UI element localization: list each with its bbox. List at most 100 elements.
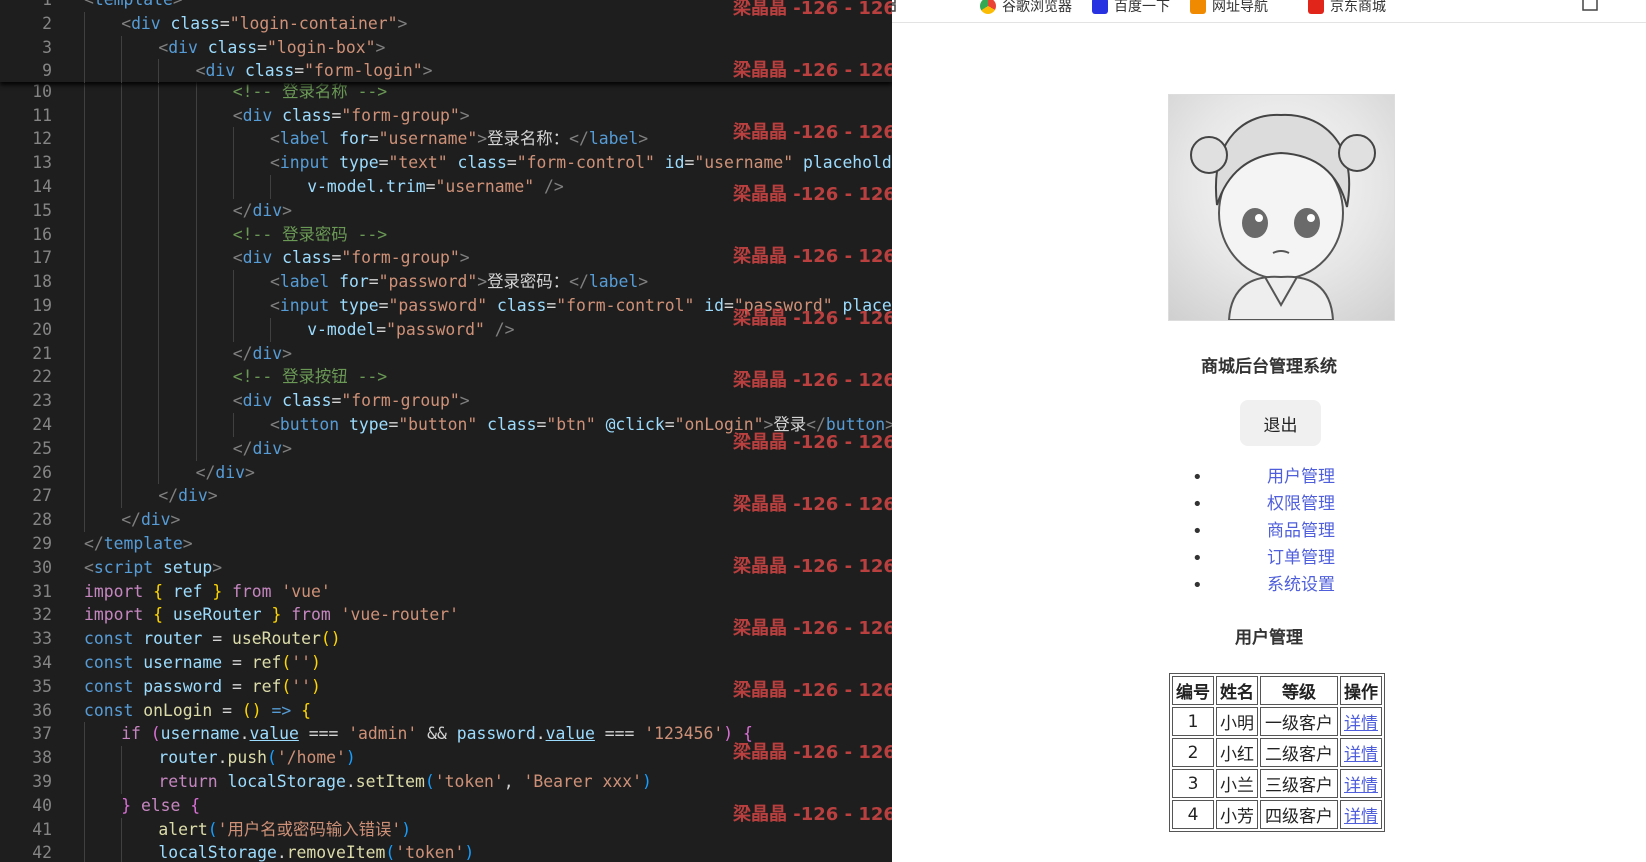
code-token: if bbox=[121, 724, 151, 744]
nav-link-settings[interactable]: 系统设置 bbox=[1267, 572, 1335, 599]
indent-guide bbox=[232, 293, 234, 318]
code-token: username bbox=[160, 724, 240, 744]
code-token: 'vue-router' bbox=[340, 605, 460, 625]
code-line[interactable]: 36 const onLogin = () => { bbox=[0, 699, 892, 723]
code-token: < bbox=[232, 391, 243, 411]
indent-guide bbox=[158, 293, 160, 318]
nav-link-products[interactable]: 商品管理 bbox=[1267, 518, 1335, 545]
code-token: for bbox=[339, 129, 369, 149]
code-line[interactable]: 34 const username = ref('') bbox=[0, 651, 892, 675]
code-token: router bbox=[143, 629, 213, 649]
code-token: "text" bbox=[388, 153, 458, 173]
line-number: 23 bbox=[32, 391, 52, 411]
code-token: < bbox=[195, 61, 206, 81]
code-token: = bbox=[378, 295, 389, 315]
code-text: v-model.trim="username" /> bbox=[307, 175, 564, 199]
code-token: ( bbox=[281, 652, 292, 672]
code-line[interactable]: 39 return localStorage.setItem('token', '… bbox=[0, 769, 892, 794]
code-line[interactable]: 31 import { ref } from 'vue' bbox=[0, 580, 892, 604]
code-token: div bbox=[131, 13, 171, 33]
indent-guide bbox=[158, 246, 160, 271]
code-token: = bbox=[664, 414, 675, 434]
code-line[interactable]: 21 </div> bbox=[0, 341, 892, 366]
code-token: < bbox=[84, 557, 94, 577]
code-token: = bbox=[368, 272, 379, 292]
detail-link[interactable]: 详情 bbox=[1344, 745, 1378, 765]
indent-guide bbox=[84, 79, 85, 104]
bookmark-jd[interactable]: 京东商城 bbox=[1308, 0, 1386, 16]
indent-guide bbox=[195, 436, 197, 461]
folder-icon[interactable] bbox=[1582, 0, 1598, 12]
code-editor[interactable]: 10 <!-- 登录名称 --> 11 <div class="form-group"… bbox=[0, 0, 892, 862]
line-number: 11 bbox=[32, 105, 52, 125]
apps-icon[interactable] bbox=[892, 0, 896, 12]
code-line[interactable]: 26 </div> bbox=[0, 460, 892, 485]
bookmark-hao123[interactable]: 网址导航 bbox=[1190, 0, 1268, 16]
code-token: class bbox=[282, 105, 332, 125]
cell-level: 四级客户 bbox=[1260, 800, 1338, 829]
code-text: </div> bbox=[233, 437, 292, 461]
detail-link[interactable]: 详情 bbox=[1344, 714, 1378, 734]
indent-guide bbox=[121, 746, 123, 770]
bookmark-baidu[interactable]: 百度一下 bbox=[1092, 0, 1170, 16]
table-row: 1 小明 一级客户 详情 bbox=[1172, 707, 1382, 736]
cell-level: 二级客户 bbox=[1260, 738, 1338, 767]
code-line[interactable]: 18 <label for="password">登录密码：</label> bbox=[0, 270, 892, 294]
indent-guide bbox=[232, 127, 234, 152]
line-number: 36 bbox=[32, 700, 52, 720]
indent-guide bbox=[84, 769, 85, 794]
code-token: > bbox=[638, 129, 649, 149]
code-text: import { ref } from 'vue' bbox=[84, 580, 331, 604]
indent-guide bbox=[195, 175, 197, 199]
code-token: < bbox=[158, 37, 169, 57]
nav-link-permissions[interactable]: 权限管理 bbox=[1267, 491, 1335, 518]
indent-guide bbox=[84, 484, 85, 509]
logout-button[interactable]: 退出 bbox=[1240, 400, 1321, 446]
code-line[interactable]: 13 <input type="text" class="form-control… bbox=[0, 151, 892, 175]
code-token: < bbox=[84, 0, 94, 9]
code-text: <label for="password">登录密码：</label> bbox=[270, 270, 648, 294]
indent-guide bbox=[84, 127, 85, 152]
line-number: 40 bbox=[32, 795, 52, 815]
code-token: () bbox=[320, 629, 341, 649]
code-token: < bbox=[232, 248, 243, 268]
code-token: > bbox=[282, 438, 293, 458]
code-token: localStorage bbox=[158, 843, 277, 862]
code-token: from bbox=[232, 581, 282, 601]
watermark-text: 梁晶晶 -126 - 1263 bbox=[733, 0, 892, 19]
indent-guide bbox=[270, 175, 271, 199]
indent-guide bbox=[84, 35, 85, 60]
nav-link-users[interactable]: 用户管理 bbox=[1267, 464, 1335, 491]
code-token: "password" bbox=[386, 319, 495, 339]
code-token: = bbox=[331, 391, 342, 411]
indent-guide bbox=[195, 222, 197, 247]
code-token: class bbox=[497, 295, 547, 315]
code-token: </ bbox=[569, 272, 589, 292]
code-token: { bbox=[301, 700, 312, 720]
indent-guide bbox=[195, 151, 197, 175]
indent-guide bbox=[195, 389, 197, 413]
code-token: { bbox=[190, 795, 201, 815]
code-token: <!-- 登录按钮 --> bbox=[232, 367, 388, 387]
code-token: script bbox=[93, 557, 163, 577]
code-token: } bbox=[121, 795, 141, 815]
bookmark-label: 网址导航 bbox=[1212, 0, 1268, 15]
user-table: 编号 姓名 等级 操作 1 小明 一级客户 详情 2 小红 二级客户 详情 3 … bbox=[1169, 673, 1385, 832]
bullet-icon: • bbox=[1192, 467, 1203, 488]
code-text: </div> bbox=[233, 342, 292, 366]
code-line[interactable]: 23 <div class="form-group"> bbox=[0, 389, 892, 413]
cell-name: 小芳 bbox=[1216, 800, 1258, 829]
bookmark-chrome[interactable]: 谷歌浏览器 bbox=[980, 0, 1072, 16]
code-token: "button" bbox=[398, 414, 488, 434]
nav-link-orders[interactable]: 订单管理 bbox=[1267, 545, 1335, 572]
code-line[interactable]: 10 <!-- 登录名称 --> bbox=[0, 79, 892, 104]
indent-guide bbox=[84, 365, 85, 390]
browser-viewport[interactable]: 谷歌浏览器 百度一下 网址导航 京东商城 商城后台管理系统 退出 • 用户管理 … bbox=[892, 0, 1646, 862]
detail-link[interactable]: 详情 bbox=[1344, 776, 1378, 796]
detail-link[interactable]: 详情 bbox=[1344, 807, 1378, 827]
code-line[interactable]: 42 localStorage.removeItem('token') bbox=[0, 841, 892, 862]
code-token: import bbox=[84, 581, 154, 601]
code-token: return bbox=[158, 771, 228, 791]
code-token: = bbox=[331, 105, 342, 125]
code-token: password bbox=[456, 724, 536, 744]
